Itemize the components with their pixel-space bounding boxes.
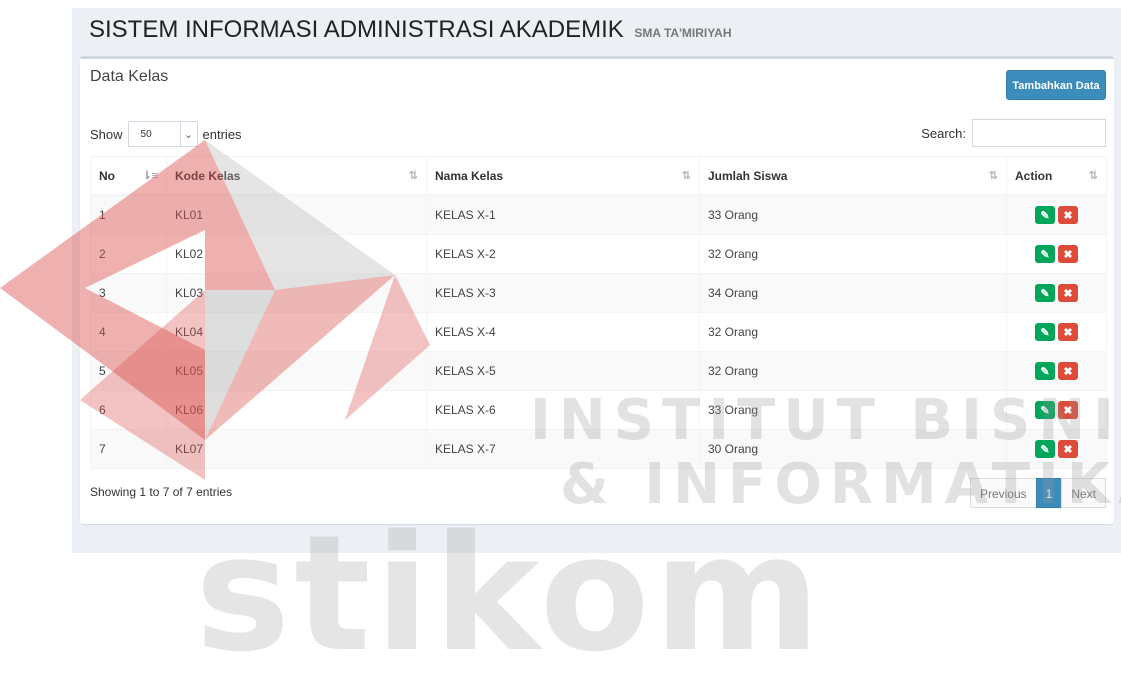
edit-icon[interactable]: ✎ <box>1035 284 1055 302</box>
length-value: 50 <box>140 128 152 140</box>
page-title-text: SISTEM INFORMASI ADMINISTRASI AKADEMIK <box>89 16 624 43</box>
cell-no: 7 <box>90 429 167 469</box>
edit-icon[interactable]: ✎ <box>1035 323 1055 341</box>
page-1-button[interactable]: 1 <box>1035 478 1063 508</box>
column-label: Kode Kelas <box>175 168 241 183</box>
cell-jumlah: 33 Orang <box>699 390 1007 430</box>
data-table: No ⇂≡ Kode Kelas ⇅ Nama Kelas ⇅ Jumlah Sisw… <box>90 156 1107 469</box>
delete-icon[interactable]: ✖ <box>1058 245 1078 263</box>
cell-jumlah: 32 Orang <box>699 312 1007 352</box>
cell-nama: KELAS X-3 <box>426 273 700 313</box>
sort-icon: ⇅ <box>408 170 418 182</box>
next-button[interactable]: Next <box>1061 478 1106 508</box>
cell-no: 3 <box>90 273 167 313</box>
table-row: 3 KL03 KELAS X-3 34 Orang ✎ ✖ <box>90 273 1107 313</box>
search-control: Search: <box>921 119 1106 147</box>
edit-icon[interactable]: ✎ <box>1035 440 1055 458</box>
table-row: 7 KL07 KELAS X-7 30 Orang ✎ ✖ <box>90 429 1107 469</box>
show-label: Show <box>90 126 123 142</box>
column-label: Jumlah Siswa <box>708 168 788 183</box>
box-title: Data Kelas <box>90 68 169 85</box>
cell-action: ✎ ✖ <box>1006 234 1107 274</box>
delete-icon[interactable]: ✖ <box>1058 440 1078 458</box>
table-row: 1 KL01 KELAS X-1 33 Orang ✎ ✖ <box>90 194 1107 235</box>
chevron-down-icon: ⌄ <box>179 122 197 146</box>
cell-no: 4 <box>90 312 167 352</box>
delete-icon[interactable]: ✖ <box>1058 206 1078 224</box>
table-row: 2 KL02 KELAS X-2 32 Orang ✎ ✖ <box>90 234 1107 274</box>
column-header-action[interactable]: Action ⇅ <box>1006 156 1107 196</box>
cell-nama: KELAS X-5 <box>426 351 700 391</box>
column-header-jumlah[interactable]: Jumlah Siswa ⇅ <box>699 156 1007 196</box>
length-control: Show 50 ⌄ entries <box>90 121 242 147</box>
add-data-button[interactable]: Tambahkan Data <box>1006 70 1106 100</box>
cell-jumlah: 34 Orang <box>699 273 1007 313</box>
search-input[interactable] <box>972 119 1106 147</box>
column-label: No <box>99 168 115 183</box>
cell-kode: KL03 <box>166 273 427 313</box>
page-title: SISTEM INFORMASI ADMINISTRASI AKADEMIK S… <box>89 16 732 44</box>
cell-nama: KELAS X-7 <box>426 429 700 469</box>
cell-kode: KL07 <box>166 429 427 469</box>
table-info: Showing 1 to 7 of 7 entries <box>90 485 233 499</box>
data-box: Data Kelas Tambahkan Data Show 50 ⌄ entr… <box>80 56 1114 524</box>
cell-action: ✎ ✖ <box>1006 273 1107 313</box>
delete-icon[interactable]: ✖ <box>1058 284 1078 302</box>
cell-action: ✎ ✖ <box>1006 429 1107 469</box>
length-select[interactable]: 50 ⌄ <box>127 121 198 147</box>
entries-label: entries <box>202 126 242 142</box>
previous-button[interactable]: Previous <box>969 478 1037 508</box>
cell-jumlah: 32 Orang <box>699 234 1007 274</box>
edit-icon[interactable]: ✎ <box>1035 362 1055 380</box>
column-header-nama[interactable]: Nama Kelas ⇅ <box>426 156 700 196</box>
delete-icon[interactable]: ✖ <box>1058 362 1078 380</box>
cell-no: 1 <box>90 194 167 235</box>
cell-kode: KL06 <box>166 390 427 430</box>
sort-icon: ⇅ <box>681 170 691 182</box>
cell-jumlah: 32 Orang <box>699 351 1007 391</box>
column-label: Nama Kelas <box>435 168 504 183</box>
sort-icon: ⇅ <box>1088 170 1098 182</box>
column-label: Action <box>1015 168 1053 183</box>
cell-jumlah: 33 Orang <box>699 194 1007 235</box>
sort-asc-icon: ⇂≡ <box>142 170 158 182</box>
cell-kode: KL04 <box>166 312 427 352</box>
column-header-no[interactable]: No ⇂≡ <box>90 156 167 196</box>
cell-nama: KELAS X-6 <box>426 390 700 430</box>
cell-kode: KL05 <box>166 351 427 391</box>
table-row: 5 KL05 KELAS X-5 32 Orang ✎ ✖ <box>90 351 1107 391</box>
edit-icon[interactable]: ✎ <box>1035 206 1055 224</box>
delete-icon[interactable]: ✖ <box>1058 323 1078 341</box>
cell-action: ✎ ✖ <box>1006 194 1107 235</box>
table-row: 6 KL06 KELAS X-6 33 Orang ✎ ✖ <box>90 390 1107 430</box>
cell-action: ✎ ✖ <box>1006 351 1107 391</box>
cell-nama: KELAS X-1 <box>426 194 700 235</box>
cell-action: ✎ ✖ <box>1006 390 1107 430</box>
search-label: Search: <box>921 125 966 141</box>
cell-no: 6 <box>90 390 167 430</box>
cell-nama: KELAS X-4 <box>426 312 700 352</box>
page-subtitle: SMA TA'MIRIYAH <box>634 26 732 40</box>
cell-kode: KL02 <box>166 234 427 274</box>
cell-action: ✎ ✖ <box>1006 312 1107 352</box>
cell-nama: KELAS X-2 <box>426 234 700 274</box>
edit-icon[interactable]: ✎ <box>1035 245 1055 263</box>
delete-icon[interactable]: ✖ <box>1058 401 1078 419</box>
cell-jumlah: 30 Orang <box>699 429 1007 469</box>
table-header-row: No ⇂≡ Kode Kelas ⇅ Nama Kelas ⇅ Jumlah Sisw… <box>90 156 1107 196</box>
pagination: Previous 1 Next <box>969 478 1106 508</box>
table-row: 4 KL04 KELAS X-4 32 Orang ✎ ✖ <box>90 312 1107 352</box>
cell-no: 2 <box>90 234 167 274</box>
edit-icon[interactable]: ✎ <box>1035 401 1055 419</box>
column-header-kode[interactable]: Kode Kelas ⇅ <box>166 156 427 196</box>
cell-no: 5 <box>90 351 167 391</box>
cell-kode: KL01 <box>166 194 427 235</box>
sort-icon: ⇅ <box>988 170 998 182</box>
